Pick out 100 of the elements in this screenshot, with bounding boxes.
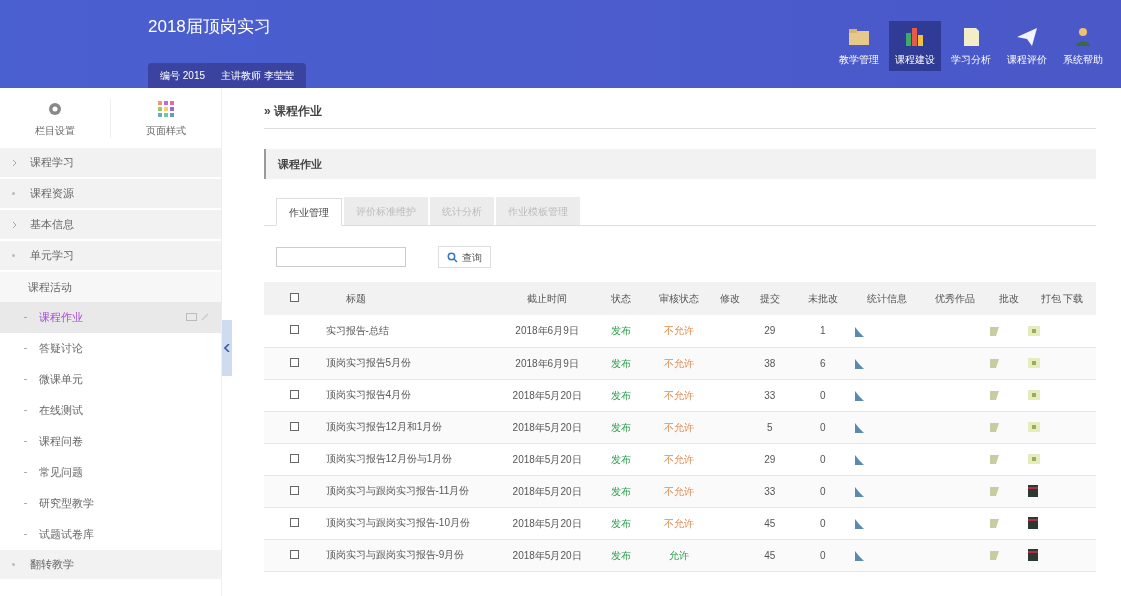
table-cell: 5: [767, 421, 773, 433]
sidebar-tool-button[interactable]: 栏目设置: [0, 98, 111, 138]
table-cell: 2018年5月20日: [512, 421, 582, 433]
table-cell: 顶岗实习报告12月和1月份: [325, 420, 443, 434]
nav-tab[interactable]: 学习分析: [945, 21, 997, 71]
sidebar-subitem[interactable]: 课程问卷: [0, 426, 221, 457]
column-header: 优秀作品: [935, 293, 975, 304]
review-text: 不允许: [664, 357, 695, 369]
table-cell: 顶岗实习与跟岗实习报告-9月份: [325, 548, 465, 562]
table-cell: 29: [764, 325, 776, 337]
status-text: 发布: [610, 549, 631, 561]
sidebar-subitem[interactable]: 答疑讨论: [0, 333, 221, 364]
table-cell: 2018年5月20日: [512, 549, 582, 561]
table-cell: 顶岗实习与跟岗实习报告-11月份: [325, 484, 470, 498]
column-header: 修改: [720, 293, 741, 304]
package-icon[interactable]: [1028, 390, 1041, 400]
sidebar-item[interactable]: 翻转教学: [0, 550, 221, 581]
search-icon: [447, 251, 458, 263]
table-cell: 38: [764, 357, 776, 369]
status-text: 发布: [610, 325, 631, 337]
table-cell: 33: [764, 389, 776, 401]
review-text: 不允许: [664, 389, 695, 401]
column-header: 状态: [610, 293, 631, 304]
status-text: 发布: [610, 357, 631, 369]
nav-tab[interactable]: 课程评价: [1001, 21, 1053, 71]
column-header: 提交: [759, 293, 780, 304]
checkbox[interactable]: [290, 517, 300, 527]
sidebar-item[interactable]: 单元学习: [0, 241, 221, 272]
table-cell: 45: [764, 549, 776, 561]
table-cell: 45: [764, 517, 776, 529]
sidebar-subitem[interactable]: 研究型教学: [0, 488, 221, 519]
archive-icon[interactable]: [1028, 485, 1039, 497]
sidebar-subitem[interactable]: 常见问题: [0, 457, 221, 488]
sidebar-item[interactable]: 基本信息: [0, 210, 221, 241]
breadcrumb: » 课程作业: [264, 104, 322, 118]
column-header: 打包 下载: [1040, 293, 1084, 304]
checkbox[interactable]: [290, 293, 300, 302]
color-grid-icon: [156, 98, 176, 119]
column-header: 统计信息: [867, 293, 908, 304]
status-text: 发布: [610, 421, 631, 433]
status-text: 发布: [610, 485, 631, 497]
sidebar-subitem[interactable]: 在线测试: [0, 395, 221, 426]
archive-icon[interactable]: [1028, 517, 1039, 529]
table-cell: 0: [819, 453, 826, 465]
nav-tab[interactable]: 课程建设: [889, 21, 941, 71]
table-cell: 29: [764, 453, 776, 465]
archive-icon[interactable]: [1028, 549, 1039, 561]
table-cell: 0: [819, 421, 826, 433]
table-cell: 2018年6月9日: [515, 325, 579, 337]
checkbox[interactable]: [290, 453, 300, 463]
column-header: 批改: [998, 293, 1019, 304]
sidebar-item[interactable]: 课程学习: [0, 148, 221, 179]
table-cell: 1: [819, 325, 826, 337]
panel-title: 课程作业: [278, 156, 322, 172]
checkbox[interactable]: [290, 389, 300, 399]
checkbox[interactable]: [290, 325, 300, 335]
table-cell: 0: [819, 485, 826, 497]
checkbox[interactable]: [290, 549, 300, 559]
status-text: 发布: [610, 453, 631, 465]
nav-tab[interactable]: 系统帮助: [1057, 21, 1109, 71]
checkbox[interactable]: [290, 485, 300, 495]
review-text: 允许: [669, 549, 690, 561]
table-cell: 顶岗实习报告12月份与1月份: [325, 452, 453, 466]
package-icon[interactable]: [1028, 358, 1041, 368]
review-text: 不允许: [664, 325, 695, 337]
review-text: 不允许: [664, 453, 695, 465]
status-text: 发布: [610, 389, 631, 401]
search-field[interactable]: [276, 247, 406, 267]
review-text: 不允许: [664, 421, 695, 433]
table-cell: 2018年5月20日: [512, 389, 582, 401]
review-text: 不允许: [664, 517, 695, 529]
course-meta-bar: 编号 2015 主讲教师 李莹莹: [148, 63, 306, 88]
search-button[interactable]: 查询: [438, 246, 491, 268]
table-cell: 顶岗实习报告5月份: [325, 356, 412, 370]
table-cell: 顶岗实习报告4月份: [325, 388, 412, 402]
package-icon[interactable]: [1028, 454, 1041, 464]
table-cell: 2018年6月9日: [515, 357, 579, 369]
collapse-sidebar-button[interactable]: [222, 320, 232, 376]
package-icon[interactable]: [1028, 325, 1041, 336]
table-cell: 实习报告-总结: [325, 323, 389, 338]
chevron-left-icon: [224, 344, 230, 352]
column-header: 未批改: [807, 293, 838, 304]
table-cell: 2018年5月20日: [512, 453, 582, 465]
status-text: 发布: [610, 517, 631, 529]
tab[interactable]: 作业管理: [276, 198, 342, 226]
sidebar-subitem[interactable]: 试题试卷库: [0, 519, 221, 550]
table-cell: 顶岗实习与跟岗实习报告-10月份: [325, 516, 470, 530]
sidebar-item[interactable]: 课程资源: [0, 179, 221, 210]
table-cell: 0: [819, 517, 826, 529]
nav-tab[interactable]: 教学管理: [833, 21, 885, 71]
sidebar-tool-button[interactable]: 页面样式: [111, 98, 221, 138]
checkbox[interactable]: [290, 357, 300, 367]
sidebar-subitem[interactable]: 微课单元: [0, 364, 221, 395]
package-icon[interactable]: [1028, 422, 1041, 432]
table-cell: 0: [819, 549, 826, 561]
review-text: 不允许: [664, 485, 695, 497]
course-title: 2018届顶岗实习: [148, 16, 272, 38]
checkbox[interactable]: [290, 421, 300, 431]
table-cell: 2018年5月20日: [512, 485, 582, 497]
column-header: 标题: [345, 293, 366, 304]
